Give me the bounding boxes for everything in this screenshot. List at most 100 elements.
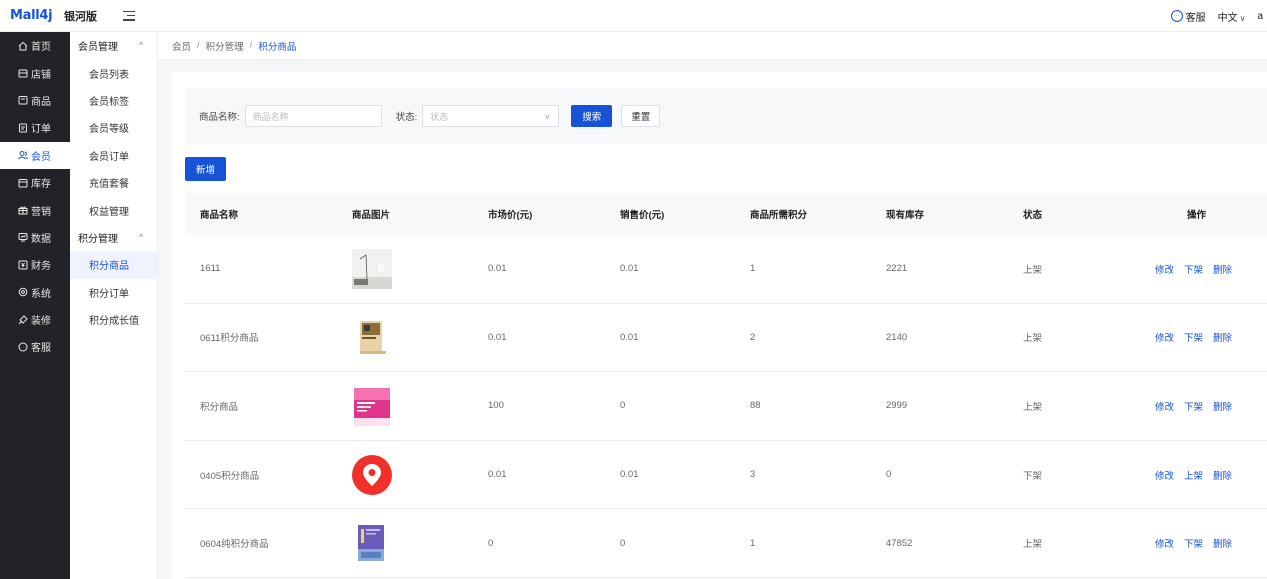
chevron-down-icon: ∨ (1239, 13, 1246, 23)
customer-service-button[interactable]: ··· 客服 (1170, 9, 1206, 24)
data-icon (18, 232, 28, 242)
menu-collapse-icon[interactable] (123, 10, 135, 21)
table-row: 积分商品 100 0 88 2999 上架 修改 下架 删除 (185, 372, 1267, 441)
chevron-down-icon: ∨ (544, 111, 551, 121)
search-button[interactable]: 搜索 (571, 105, 613, 127)
shop-icon (18, 68, 28, 78)
column-header: 操作 (1187, 210, 1207, 221)
status-cell: 上架 (1023, 539, 1043, 551)
sale-price-cell: 0.01 (620, 331, 639, 343)
edit-link[interactable]: 修改 (1155, 468, 1174, 482)
goods-icon (18, 95, 28, 105)
sale-price-cell: 0 (620, 537, 626, 549)
sidebar-item-label: 客服 (31, 343, 51, 355)
sidebar-item-goods[interactable]: 商品 (0, 87, 70, 114)
table-row: 0611积分商品 0.01 0.01 2 2140 上架 修改 下架 删除 (185, 304, 1267, 373)
edit-link[interactable]: 修改 (1155, 399, 1174, 413)
submenu-item-points-growth[interactable]: 积分成长值 (70, 306, 157, 333)
sidebar-item-member[interactable]: 会员 (0, 141, 70, 169)
reset-button[interactable]: 重置 (621, 105, 661, 127)
stock-cell: 0 (886, 469, 892, 481)
submenu-item-member-list[interactable]: 会员列表 (70, 59, 157, 86)
delete-link[interactable]: 删除 (1213, 399, 1232, 413)
toggle-shelf-link[interactable]: 下架 (1184, 399, 1203, 413)
edit-link[interactable]: 修改 (1155, 330, 1174, 344)
sidebar-item-label: 系统 (31, 288, 51, 300)
toggle-shelf-link[interactable]: 下架 (1184, 262, 1203, 276)
sidebar-item-data[interactable]: 数据 (0, 224, 70, 251)
delete-link[interactable]: 删除 (1213, 330, 1232, 344)
table-row: 1611 0.01 0.01 1 2221 上架 修改 下架 删除 (185, 235, 1267, 304)
submenu-group-member-management[interactable]: 会员管理 ^ (70, 32, 157, 59)
sidebar-item-stock[interactable]: 库存 (0, 169, 70, 196)
sidebar-item-label: 首页 (31, 42, 51, 54)
add-button[interactable]: 新增 (185, 157, 227, 181)
table-row: 0405积分商品 0.01 0.01 3 0 下架 修改 上架 删除 (185, 441, 1267, 510)
edit-link[interactable]: 修改 (1155, 262, 1174, 276)
points-goods-table: 商品名称 商品图片 市场价(元) 销售价(元) 商品所需积分 现有库存 状态 操… (185, 193, 1267, 578)
product-image (352, 454, 392, 495)
sidebar-item-decorate[interactable]: 装修 (0, 306, 70, 333)
breadcrumb-item[interactable]: 会员 (172, 39, 191, 53)
edit-link[interactable]: 修改 (1155, 536, 1174, 550)
customer-service-label: 客服 (1185, 12, 1206, 24)
product-name-cell: 0405积分商品 (200, 470, 260, 482)
sidebar-item-label: 财务 (31, 261, 51, 273)
breadcrumb-item[interactable]: 积分管理 (206, 39, 244, 53)
sidebar-item-order[interactable]: 订单 (0, 114, 70, 141)
submenu-item-benefits[interactable]: 权益管理 (70, 196, 157, 223)
sidebar-item-label: 装修 (31, 316, 51, 328)
delete-link[interactable]: 删除 (1213, 536, 1232, 550)
stock-cell: 2140 (886, 331, 908, 343)
sidebar-item-finance[interactable]: 财务 (0, 251, 70, 278)
delete-link[interactable]: 删除 (1213, 262, 1232, 276)
logo: Mall4j (10, 8, 53, 23)
user-menu[interactable]: a (1257, 11, 1263, 22)
points-cell: 88 (750, 400, 761, 412)
sale-price-cell: 0.01 (620, 469, 639, 481)
status-select[interactable]: 状态 ∨ (422, 105, 560, 127)
toggle-shelf-link[interactable]: 下架 (1184, 536, 1203, 550)
breadcrumb: 会员 / 积分管理 / 积分商品 (158, 32, 1267, 60)
column-header: 现有库存 (886, 210, 925, 221)
row-actions: 修改 下架 删除 (1155, 399, 1232, 413)
row-actions: 修改 上架 删除 (1155, 468, 1232, 482)
book-cover (352, 317, 392, 358)
market-price-cell: 100 (488, 400, 504, 412)
language-switch[interactable]: 中文 ∨ (1218, 9, 1246, 24)
top-header: Mall4j 银河版 ··· 客服 中文 ∨ a (0, 0, 1267, 32)
product-name-cell: 1611 (200, 263, 221, 275)
sub-sidebar: 会员管理 ^ 会员列表 会员标签 会员等级 会员订单 充值套餐 权益管理 积分管理… (70, 32, 158, 579)
submenu-item-recharge-packages[interactable]: 充值套餐 (70, 169, 157, 196)
submenu-item-member-levels[interactable]: 会员等级 (70, 114, 157, 141)
sidebar-item-shop[interactable]: 店铺 (0, 59, 70, 86)
sidebar-item-label: 数据 (31, 233, 51, 245)
submenu-item-points-goods[interactable]: 积分商品 (70, 251, 157, 279)
sidebar-item-home[interactable]: 首页 (0, 32, 70, 59)
sidebar-item-service[interactable]: 客服 (0, 333, 70, 360)
row-actions: 修改 下架 删除 (1155, 262, 1232, 276)
red-location-pin (352, 454, 392, 495)
submenu-item-points-orders[interactable]: 积分订单 (70, 279, 157, 306)
submenu-item-member-orders[interactable]: 会员订单 (70, 142, 157, 169)
submenu-item-member-tags[interactable]: 会员标签 (70, 87, 157, 114)
toggle-shelf-link[interactable]: 下架 (1184, 330, 1203, 344)
status-cell: 上架 (1023, 264, 1043, 276)
home-icon (18, 41, 28, 51)
sidebar-item-marketing[interactable]: 营销 (0, 196, 70, 223)
sale-price-cell: 0.01 (620, 263, 639, 275)
submenu-group-points-management[interactable]: 积分管理 ^ (70, 224, 157, 251)
stock-cell: 2221 (886, 263, 908, 275)
sidebar-item-label: 商品 (31, 96, 51, 108)
points-cell: 1 (750, 263, 756, 275)
toggle-shelf-link[interactable]: 上架 (1184, 468, 1203, 482)
product-name-input[interactable]: 商品名称 (244, 105, 382, 127)
chat-icon: ··· (1170, 10, 1183, 22)
status-select-placeholder: 状态 (430, 111, 449, 122)
column-header: 商品所需积分 (750, 210, 808, 221)
delete-link[interactable]: 删除 (1213, 468, 1232, 482)
submenu-group-label: 会员管理 (78, 42, 118, 54)
sidebar-item-system[interactable]: 系统 (0, 279, 70, 306)
service-icon (18, 342, 28, 352)
system-icon (18, 287, 28, 297)
